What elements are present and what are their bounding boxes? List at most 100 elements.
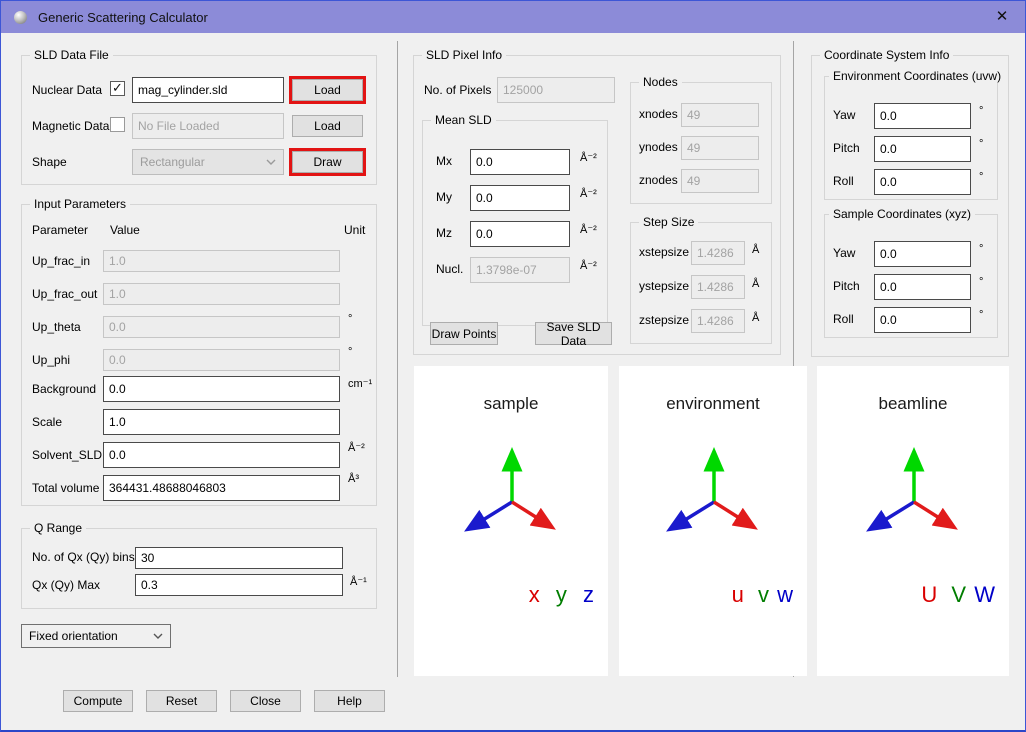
beamline-axes-icon [848, 436, 978, 556]
u-cap-axis-label: U [921, 582, 937, 608]
total-volume-input[interactable] [103, 475, 340, 501]
environment-axes-labels: u v w [732, 582, 793, 608]
step-size-title: Step Size [639, 215, 698, 229]
sample-roll-label: Roll [833, 312, 854, 326]
up-theta-unit: ° [348, 313, 352, 325]
magnetic-load-button[interactable]: Load [292, 115, 363, 137]
mx-unit: Å⁻² [580, 151, 597, 164]
v-cap-axis-label: V [951, 582, 966, 608]
beamline-axes-labels: U V W [921, 582, 995, 608]
mz-input[interactable] [470, 221, 570, 247]
up-frac-in-label: Up_frac_in [32, 254, 90, 268]
solvent-sld-input[interactable] [103, 442, 340, 468]
close-button[interactable]: Close [230, 690, 301, 712]
qx-max-unit: Å⁻¹ [350, 575, 367, 588]
qx-bins-label: No. of Qx (Qy) bins [32, 550, 135, 564]
xnodes-input [681, 103, 759, 127]
qx-max-input[interactable] [135, 574, 343, 596]
nucl-unit: Å⁻² [580, 259, 597, 272]
sample-axes-icon [446, 436, 576, 556]
shape-value: Rectangular [140, 155, 205, 169]
background-input[interactable] [103, 376, 340, 402]
env-yaw-input[interactable] [874, 103, 971, 129]
app-icon [14, 11, 27, 24]
sld-data-file-title: SLD Data File [30, 48, 113, 62]
env-roll-input[interactable] [874, 169, 971, 195]
up-frac-in-input [103, 250, 340, 272]
close-icon[interactable]: ✕ [991, 6, 1013, 28]
w-axis-label: w [777, 582, 793, 608]
help-button[interactable]: Help [314, 690, 385, 712]
nuclear-data-checkbox[interactable] [110, 81, 125, 96]
parameter-header: Parameter [32, 223, 88, 237]
up-phi-label: Up_phi [32, 353, 70, 367]
nodes-title: Nodes [639, 75, 682, 89]
compute-button[interactable]: Compute [63, 690, 133, 712]
zstepsize-input [691, 309, 745, 333]
sample-roll-unit: ° [979, 309, 983, 321]
window-title: Generic Scattering Calculator [38, 10, 208, 25]
env-pitch-label: Pitch [833, 141, 860, 155]
save-sld-data-button[interactable]: Save SLD Data [535, 322, 612, 345]
generic-scattering-calculator-window: Generic Scattering Calculator ✕ SLD Data… [0, 0, 1026, 732]
background-unit: cm⁻¹ [348, 377, 372, 390]
sld-pixel-info-title: SLD Pixel Info [422, 48, 506, 62]
env-roll-label: Roll [833, 174, 854, 188]
ynodes-label: ynodes [639, 140, 678, 154]
qx-bins-input[interactable] [135, 547, 343, 569]
ystepsize-unit: Å [752, 278, 759, 290]
reset-button[interactable]: Reset [146, 690, 217, 712]
scale-input[interactable] [103, 409, 340, 435]
nucl-input [470, 257, 570, 283]
magnetic-data-checkbox[interactable] [110, 117, 125, 132]
sample-yaw-input[interactable] [874, 241, 971, 267]
xnodes-label: xnodes [639, 107, 678, 121]
nucl-label: Nucl. [436, 262, 463, 276]
up-frac-out-label: Up_frac_out [32, 287, 97, 301]
nuclear-load-button[interactable]: Load [292, 79, 363, 101]
sample-pitch-input[interactable] [874, 274, 971, 300]
ystepsize-input [691, 275, 745, 299]
input-parameters-group: Input Parameters Parameter Value Unit Up… [21, 204, 377, 506]
mx-label: Mx [436, 154, 452, 168]
input-parameters-title: Input Parameters [30, 197, 130, 211]
orientation-combobox[interactable]: Fixed orientation [21, 624, 171, 648]
total-volume-label: Total volume [32, 481, 99, 495]
mx-input[interactable] [470, 149, 570, 175]
sample-axes-panel: sample x y z [414, 366, 608, 676]
nuclear-data-label: Nuclear Data [32, 83, 102, 97]
environment-axes-icon [648, 436, 778, 556]
shape-combobox: Rectangular [132, 149, 284, 175]
no-of-pixels-input [497, 77, 615, 103]
nuclear-file-input[interactable] [132, 77, 284, 103]
draw-points-button[interactable]: Draw Points [430, 322, 498, 345]
up-frac-out-input [103, 283, 340, 305]
sld-data-file-group: SLD Data File Nuclear Data Load Magnetic… [21, 55, 377, 185]
mean-sld-title: Mean SLD [431, 113, 496, 127]
value-header: Value [110, 223, 140, 237]
sample-coordinates-group: Sample Coordinates (xyz) Yaw ° Pitch ° R… [824, 214, 998, 338]
v-axis-label: v [758, 582, 769, 608]
sld-pixel-info-group: SLD Pixel Info No. of Pixels Mean SLD Mx… [413, 55, 781, 355]
chevron-down-icon [151, 629, 165, 643]
scale-label: Scale [32, 415, 62, 429]
no-of-pixels-label: No. of Pixels [424, 83, 491, 97]
sample-pitch-unit: ° [979, 276, 983, 288]
xstepsize-label: xstepsize [639, 245, 689, 259]
draw-button[interactable]: Draw [292, 151, 363, 173]
qx-max-label: Qx (Qy) Max [32, 578, 100, 592]
env-pitch-unit: ° [979, 138, 983, 150]
sample-roll-input[interactable] [874, 307, 971, 333]
my-label: My [436, 190, 452, 204]
coordinate-system-info-title: Coordinate System Info [820, 48, 953, 62]
unit-header: Unit [344, 223, 365, 237]
q-range-title: Q Range [30, 521, 86, 535]
magnetic-file-input [132, 113, 284, 139]
environment-coordinates-title: Environment Coordinates (uvw) [829, 69, 1005, 83]
y-axis-label: y [556, 582, 567, 608]
env-pitch-input[interactable] [874, 136, 971, 162]
mean-sld-group: Mean SLD Mx Å⁻² My Å⁻² Mz Å⁻² Nucl. Å⁻² [422, 120, 608, 326]
my-input[interactable] [470, 185, 570, 211]
background-label: Background [32, 382, 96, 396]
step-size-group: Step Size xstepsize Å ystepsize Å zsteps… [630, 222, 772, 344]
